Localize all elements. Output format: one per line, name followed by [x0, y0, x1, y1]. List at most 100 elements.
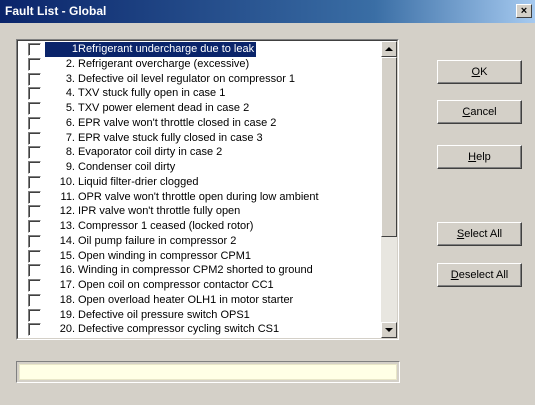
title-bar[interactable]: Fault List - Global × — [0, 0, 535, 23]
fault-label: Open coil on compressor contactor CC1 — [78, 279, 274, 291]
help-label: elp — [476, 151, 491, 163]
fault-checkbox[interactable] — [28, 72, 41, 86]
fault-list-item[interactable]: 11. OPR valve won't throttle open during … — [18, 190, 383, 205]
close-icon: × — [520, 5, 528, 17]
fault-checkbox[interactable] — [28, 249, 41, 263]
fault-label: IPR valve won't throttle fully open — [78, 205, 241, 218]
fault-label: Defective compressor cycling switch CS1 — [78, 323, 280, 336]
fault-label: TXV power element dead in case 2 — [78, 102, 250, 114]
fault-label: Open overload heater OLH1 in motor start… — [78, 293, 294, 306]
fault-number: 16. — [59, 264, 75, 277]
fault-label: EPR valve won't throttle closed in case … — [78, 116, 277, 129]
fault-list-item[interactable]: 15. Open winding in compressor CPM1 — [18, 249, 383, 264]
fault-checkbox[interactable] — [28, 175, 41, 189]
fault-checkbox[interactable] — [28, 264, 41, 278]
fault-list-item[interactable]: 6. EPR valve won't throttle closed in cas… — [18, 116, 383, 131]
scroll-down-button[interactable] — [381, 322, 397, 338]
fault-checkbox[interactable] — [28, 87, 41, 101]
fault-list-item[interactable]: 7. EPR valve stuck fully closed in case 3 — [18, 131, 383, 146]
fault-list-item[interactable]: 5. TXV power element dead in case 2 — [18, 101, 383, 116]
fault-number: 2. — [65, 57, 75, 70]
close-button[interactable]: × — [516, 4, 532, 18]
status-text — [19, 364, 397, 380]
fault-number: 11. — [60, 190, 75, 203]
fault-list-item[interactable]: 17. Open coil on compressor contactor CC1 — [18, 278, 383, 293]
fault-label: Compressor 1 ceased (locked rotor) — [78, 220, 254, 232]
fault-label: EPR valve stuck fully closed in case 3 — [78, 131, 263, 144]
fault-list-item[interactable]: 9. Condenser coil dirty — [18, 160, 383, 175]
fault-number: 14. — [59, 234, 75, 247]
fault-number: 4. — [65, 87, 75, 100]
fault-checkbox[interactable] — [28, 308, 41, 322]
fault-number: 15. — [59, 249, 75, 262]
fault-list-item[interactable]: 12. IPR valve won't throttle fully open — [18, 204, 383, 219]
ok-mnemonic: O — [471, 66, 481, 78]
fault-checkbox[interactable] — [28, 234, 41, 248]
deselect-all-button[interactable]: Deselect All — [437, 263, 522, 287]
fault-label: Refrigerant undercharge due to leak — [78, 42, 257, 57]
fault-number: 13. — [59, 220, 75, 232]
fault-list-item[interactable]: 4. TXV stuck fully open in case 1 — [18, 86, 383, 101]
fault-number: 1. — [45, 42, 81, 57]
fault-number: 17. — [59, 279, 75, 291]
fault-list-item[interactable]: 3. Defective oil level regulator on compr… — [18, 72, 383, 87]
select-all-button[interactable]: Select All — [437, 222, 522, 246]
fault-list-item[interactable]: 18. Open overload heater OLH1 in motor st… — [18, 293, 383, 308]
fault-checkbox[interactable] — [28, 57, 41, 71]
fault-list-item[interactable]: 14. Oil pump failure in compressor 2 — [18, 234, 383, 249]
fault-checkbox[interactable] — [28, 323, 41, 337]
fault-label: Liquid filter-drier clogged — [78, 175, 199, 188]
fault-list-item[interactable]: 1. Refrigerant undercharge due to leak — [18, 42, 383, 57]
fault-checkbox[interactable] — [28, 146, 41, 160]
status-panel — [16, 361, 400, 383]
fault-checkbox[interactable] — [28, 116, 41, 130]
fault-checkbox[interactable] — [28, 293, 41, 307]
fault-label: Oil pump failure in compressor 2 — [78, 234, 237, 247]
deselect-all-label: eselect All — [458, 269, 509, 281]
fault-checkbox[interactable] — [28, 205, 41, 219]
fault-number: 5. — [65, 102, 75, 114]
arrow-down-icon — [385, 328, 393, 332]
scroll-thumb[interactable] — [381, 57, 397, 237]
arrow-up-icon — [385, 47, 393, 51]
fault-list[interactable]: 1. Refrigerant undercharge due to leak 2. R… — [16, 39, 399, 340]
fault-number: 7. — [65, 131, 75, 144]
fault-checkbox[interactable] — [28, 220, 41, 233]
fault-number: 20. — [59, 323, 75, 336]
fault-number: 9. — [65, 161, 75, 173]
fault-number: 6. — [65, 116, 75, 129]
cancel-label: ancel — [470, 106, 497, 118]
fault-number: 12. — [59, 205, 75, 218]
fault-checkbox[interactable] — [28, 131, 41, 145]
fault-checkbox[interactable] — [28, 102, 41, 115]
fault-label: Defective oil pressure switch OPS1 — [78, 308, 250, 321]
fault-number: 19. — [59, 308, 75, 321]
fault-label: OPR valve won't throttle open during low… — [78, 190, 319, 203]
fault-checkbox[interactable] — [28, 279, 41, 292]
fault-label: Defective oil level regulator on compres… — [78, 72, 296, 85]
fault-checkbox[interactable] — [28, 190, 41, 204]
help-button[interactable]: Help — [437, 145, 522, 169]
fault-list-item[interactable]: 2. Refrigerant overcharge (excessive) — [18, 57, 383, 72]
fault-list-item[interactable]: 20. Defective compressor cycling switch C… — [18, 322, 383, 337]
deselect-all-mnemonic: D — [450, 269, 459, 281]
fault-number: 8. — [65, 146, 75, 159]
cancel-button[interactable]: Cancel — [437, 100, 522, 124]
fault-label: TXV stuck fully open in case 1 — [78, 87, 226, 100]
fault-label: Refrigerant overcharge (excessive) — [78, 57, 250, 70]
fault-checkbox[interactable] — [28, 161, 41, 174]
fault-list-item[interactable]: 13. Compressor 1 ceased (locked rotor) — [18, 219, 383, 234]
fault-list-item[interactable]: 16. Winding in compressor CPM2 shorted to… — [18, 263, 383, 278]
fault-label: Winding in compressor CPM2 shorted to gr… — [78, 264, 313, 277]
fault-list-item[interactable]: 8. Evaporator coil dirty in case 2 — [18, 145, 383, 160]
fault-label: Open winding in compressor CPM1 — [78, 249, 252, 262]
fault-number: 18. — [59, 293, 75, 306]
help-mnemonic: H — [468, 151, 477, 163]
fault-checkbox[interactable] — [28, 43, 41, 56]
fault-list-item[interactable]: 19. Defective oil pressure switch OPS1 — [18, 308, 383, 323]
fault-label: Evaporator coil dirty in case 2 — [78, 146, 223, 159]
ok-button[interactable]: OK — [437, 60, 522, 84]
scroll-up-button[interactable] — [381, 41, 397, 57]
fault-list-item[interactable]: 10. Liquid filter-drier clogged — [18, 175, 383, 190]
vertical-scrollbar[interactable] — [381, 41, 397, 338]
